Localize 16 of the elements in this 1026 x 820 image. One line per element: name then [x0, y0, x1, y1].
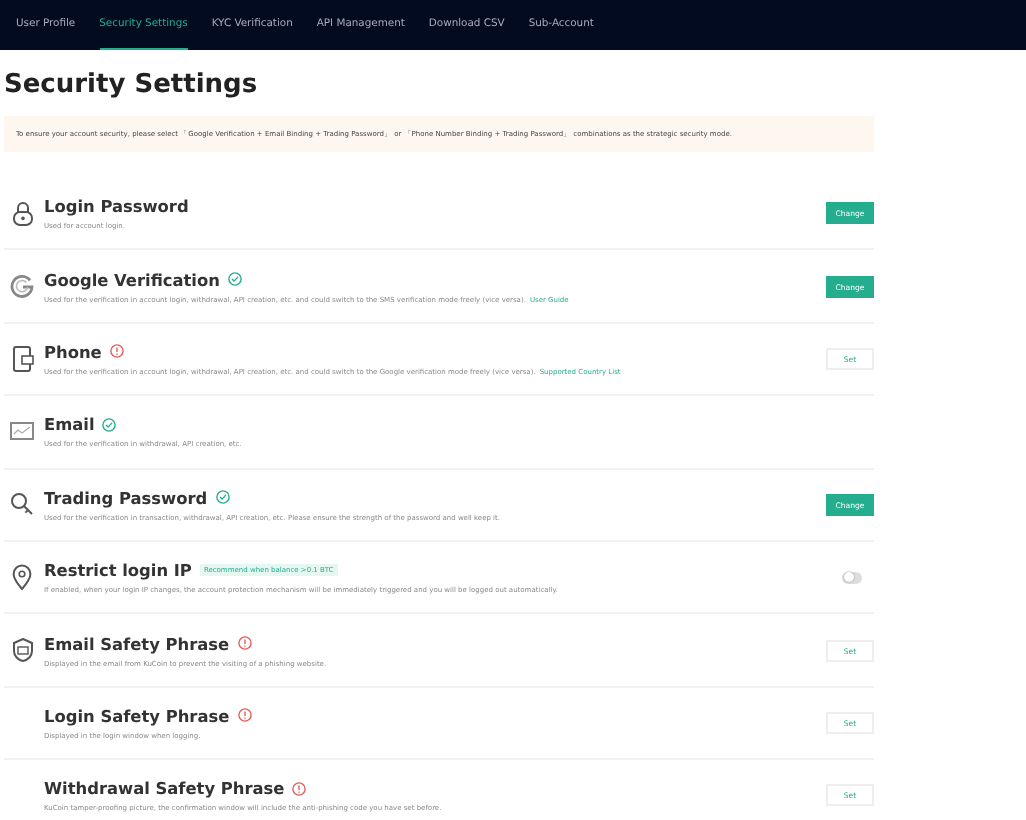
- setting-title: Restrict login IP: [44, 560, 192, 581]
- google-g-icon: [10, 274, 34, 299]
- page-title: Security Settings: [4, 70, 260, 100]
- setting-title: Withdrawal Safety Phrase: [44, 778, 285, 799]
- setting-title: Email Safety Phrase: [44, 633, 230, 654]
- setting-title: Login Safety Phrase: [44, 705, 230, 726]
- shield-icon: [11, 638, 33, 663]
- setting-title: Google Verification: [44, 269, 220, 290]
- setting-title: Trading Password: [44, 487, 208, 508]
- toggle-switch[interactable]: [842, 571, 862, 584]
- setting-title: Phone: [44, 341, 102, 362]
- lock-icon: [11, 200, 33, 227]
- setting-title: Email: [44, 414, 95, 435]
- location-pin-icon: [12, 564, 32, 591]
- phone-icon: [11, 345, 33, 372]
- setting-title: Login Password: [44, 196, 189, 217]
